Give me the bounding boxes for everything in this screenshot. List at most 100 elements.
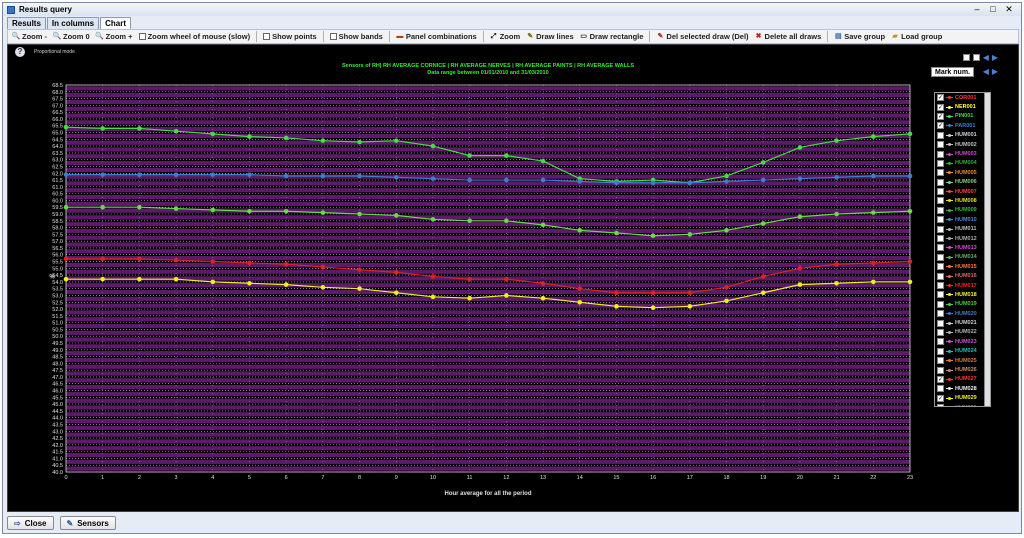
maximize-button[interactable]: □ bbox=[987, 4, 999, 15]
legend-item-hum006[interactable]: HUM006 bbox=[935, 178, 990, 187]
legend-checkbox[interactable] bbox=[937, 188, 944, 196]
legend-checkbox[interactable]: ✓ bbox=[937, 122, 944, 130]
legend-item-hum014[interactable]: HUM014 bbox=[935, 253, 990, 262]
legend-checkbox[interactable]: ✓ bbox=[937, 94, 944, 102]
legend-checkbox[interactable] bbox=[937, 300, 944, 308]
legend-checkbox[interactable] bbox=[937, 319, 944, 327]
square-toggle-icon[interactable] bbox=[962, 54, 970, 61]
legend-checkbox[interactable] bbox=[937, 159, 944, 167]
tab-in-columns[interactable]: In columns bbox=[46, 17, 100, 29]
legend-item-hum008[interactable]: HUM008 bbox=[935, 196, 990, 205]
close-window-button[interactable]: ✕ bbox=[1003, 4, 1015, 15]
legend-item-hum028[interactable]: HUM028 bbox=[935, 384, 990, 393]
chart-svg[interactable]: 40.040.541.041.542.042.543.043.544.044.5… bbox=[8, 45, 1020, 513]
legend-checkbox[interactable] bbox=[937, 178, 944, 186]
legend-item-hum004[interactable]: HUM004 bbox=[935, 159, 990, 168]
legend-item-hum029[interactable]: ✓ HUM029 bbox=[935, 394, 990, 403]
legend-checkbox[interactable] bbox=[937, 235, 944, 243]
legend-item-hum001[interactable]: HUM001 bbox=[935, 131, 990, 140]
help-icon[interactable]: ? bbox=[15, 47, 25, 57]
show-bands-checkbox[interactable]: Show bands bbox=[329, 32, 383, 41]
zoom-wheel-checkbox[interactable]: Zoom wheel of mouse (slow) bbox=[138, 32, 250, 41]
delete-all-draws-button[interactable]: ✖ Delete all draws bbox=[755, 32, 822, 41]
legend-item-hum015[interactable]: HUM015 bbox=[935, 262, 990, 271]
legend-item-hum007[interactable]: HUM007 bbox=[935, 187, 990, 196]
legend-checkbox[interactable] bbox=[937, 216, 944, 224]
zoom-zero-button[interactable]: 🔍 Zoom 0 bbox=[53, 32, 90, 41]
legend-item-hum016[interactable]: HUM016 bbox=[935, 271, 990, 280]
legend-item-hum030[interactable]: HUM030 bbox=[935, 403, 990, 406]
legend-item-pin001[interactable]: ✓ PIN001 bbox=[935, 112, 990, 121]
legend-checkbox[interactable] bbox=[937, 150, 944, 158]
legend-item-hum023[interactable]: HUM023 bbox=[935, 337, 990, 346]
legend-checkbox[interactable] bbox=[937, 206, 944, 214]
legend-checkbox[interactable] bbox=[937, 310, 944, 318]
legend-checkbox[interactable] bbox=[937, 197, 944, 205]
legend-checkbox[interactable] bbox=[937, 328, 944, 336]
arrow-right-icon[interactable]: ▶ bbox=[992, 67, 998, 76]
sensors-button[interactable]: ✎ Sensors bbox=[59, 516, 116, 530]
legend-item-hum011[interactable]: HUM011 bbox=[935, 224, 990, 233]
legend-checkbox[interactable] bbox=[937, 225, 944, 233]
legend-checkbox[interactable]: ✓ bbox=[937, 394, 944, 402]
legend-checkbox[interactable] bbox=[937, 404, 944, 406]
arrow-left-icon[interactable]: ◀ bbox=[983, 67, 989, 76]
legend-item-hum025[interactable]: HUM025 bbox=[935, 356, 990, 365]
arrow-right-icon[interactable]: ▶ bbox=[992, 53, 998, 62]
legend-checkbox[interactable] bbox=[937, 366, 944, 374]
legend-item-hum010[interactable]: HUM010 bbox=[935, 215, 990, 224]
legend-checkbox[interactable] bbox=[937, 282, 944, 289]
legend-item-hum005[interactable]: HUM005 bbox=[935, 168, 990, 177]
legend-item-hum019[interactable]: HUM019 bbox=[935, 300, 990, 309]
legend-item-hum021[interactable]: HUM021 bbox=[935, 318, 990, 327]
legend-checkbox[interactable] bbox=[937, 131, 944, 139]
legend-item-hum027[interactable]: ✓ HUM027 bbox=[935, 375, 990, 384]
zoom-out-button[interactable]: 🔍 Zoom - bbox=[12, 32, 47, 41]
legend-item-hum022[interactable]: HUM022 bbox=[935, 328, 990, 337]
draw-lines-button[interactable]: ✎ Draw lines bbox=[526, 32, 573, 41]
legend-checkbox[interactable] bbox=[937, 347, 944, 355]
tab-results[interactable]: Results bbox=[7, 17, 46, 29]
legend-checkbox[interactable]: ✓ bbox=[937, 375, 944, 383]
legend-checkbox[interactable] bbox=[937, 141, 944, 149]
legend-item-cor001[interactable]: ✓ COR001 bbox=[935, 93, 990, 102]
del-selected-draw-button[interactable]: ✎ Del selected draw (Del) bbox=[656, 32, 748, 41]
legend-item-par001[interactable]: ✓ PAR001 bbox=[935, 121, 990, 130]
legend-checkbox[interactable] bbox=[937, 357, 944, 365]
legend-item-hum024[interactable]: HUM024 bbox=[935, 347, 990, 356]
panel-combinations-button[interactable]: ▬ Panel combinations bbox=[396, 32, 476, 41]
legend-checkbox[interactable] bbox=[937, 385, 944, 393]
legend-item-hum026[interactable]: HUM026 bbox=[935, 365, 990, 374]
square-toggle-icon[interactable] bbox=[972, 54, 980, 61]
legend-checkbox[interactable]: ✓ bbox=[937, 112, 944, 120]
legend-item-ner001[interactable]: ✓ NER001 bbox=[935, 102, 990, 111]
legend-item-hum003[interactable]: HUM003 bbox=[935, 149, 990, 158]
legend-checkbox[interactable] bbox=[937, 244, 944, 252]
legend-item-hum017[interactable]: HUM017 bbox=[935, 281, 990, 290]
load-group-button[interactable]: ▰ Load group bbox=[891, 32, 942, 41]
legend-checkbox[interactable] bbox=[937, 338, 944, 346]
legend-checkbox[interactable] bbox=[937, 263, 944, 271]
legend-item-hum018[interactable]: HUM018 bbox=[935, 290, 990, 299]
legend-checkbox[interactable]: ✓ bbox=[937, 103, 944, 111]
mark-num-button[interactable]: Mark num. bbox=[930, 67, 974, 77]
arrow-left-icon[interactable]: ◀ bbox=[983, 53, 989, 62]
minimize-button[interactable]: – bbox=[971, 4, 983, 15]
legend-item-hum020[interactable]: HUM020 bbox=[935, 309, 990, 318]
legend-checkbox[interactable] bbox=[937, 169, 944, 177]
zoom-in-button[interactable]: 🔍 Zoom + bbox=[95, 32, 132, 41]
draw-rectangle-button[interactable]: ▭ Draw rectangle bbox=[580, 32, 643, 41]
show-points-checkbox[interactable]: Show points bbox=[263, 32, 317, 41]
legend-item-hum009[interactable]: HUM009 bbox=[935, 206, 990, 215]
legend-item-hum012[interactable]: HUM012 bbox=[935, 234, 990, 243]
close-button[interactable]: ⇨ Close bbox=[7, 516, 54, 530]
legend-scrollbar[interactable] bbox=[984, 93, 990, 406]
save-group-button[interactable]: ▤ Save group bbox=[834, 32, 885, 41]
legend-checkbox[interactable] bbox=[937, 253, 944, 261]
legend-item-hum002[interactable]: HUM002 bbox=[935, 140, 990, 149]
chart-pane[interactable]: 40.0 40.5 41.0 41.5 42.0 42.5 43.0 43.5 44.0 44.5… bbox=[7, 44, 1019, 512]
legend-checkbox[interactable] bbox=[937, 272, 944, 280]
legend-item-hum013[interactable]: HUM013 bbox=[935, 243, 990, 252]
zoom-tool-button[interactable]: ⤢ Zoom bbox=[490, 32, 520, 41]
legend-checkbox[interactable] bbox=[937, 291, 944, 299]
